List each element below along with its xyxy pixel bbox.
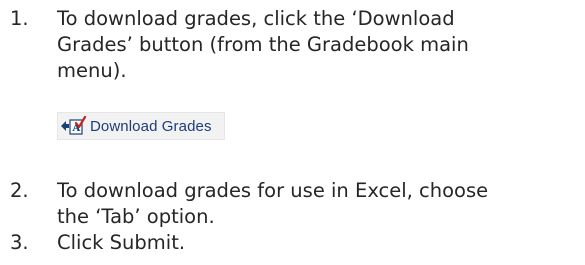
step-text: Click Submit. [57,230,577,256]
download-grades-label: Download Grades [90,117,212,135]
step-text-line: To download grades for use in Excel, cho… [57,179,489,202]
step-text-line: Click Submit. [57,231,186,254]
step-text-line: Grades’ button (from the Gradebook main [57,33,469,56]
step-text: To download grades, click the ‘Download … [57,6,577,84]
step-text: To download grades for use in Excel, cho… [57,178,577,230]
download-grades-icon: A [60,115,87,136]
download-grades-button[interactable]: A Download Grades [57,112,225,140]
step-number: 2. [10,179,29,202]
instructions-document: 1. To download grades, click the ‘Downlo… [0,0,585,265]
step-number: 1. [10,7,29,30]
step-text-line: the ‘Tab’ option. [57,205,215,228]
step-text-line: menu). [57,59,127,82]
step-text-line: To download grades, click the ‘Download [57,7,455,30]
step-number: 3. [10,231,29,254]
